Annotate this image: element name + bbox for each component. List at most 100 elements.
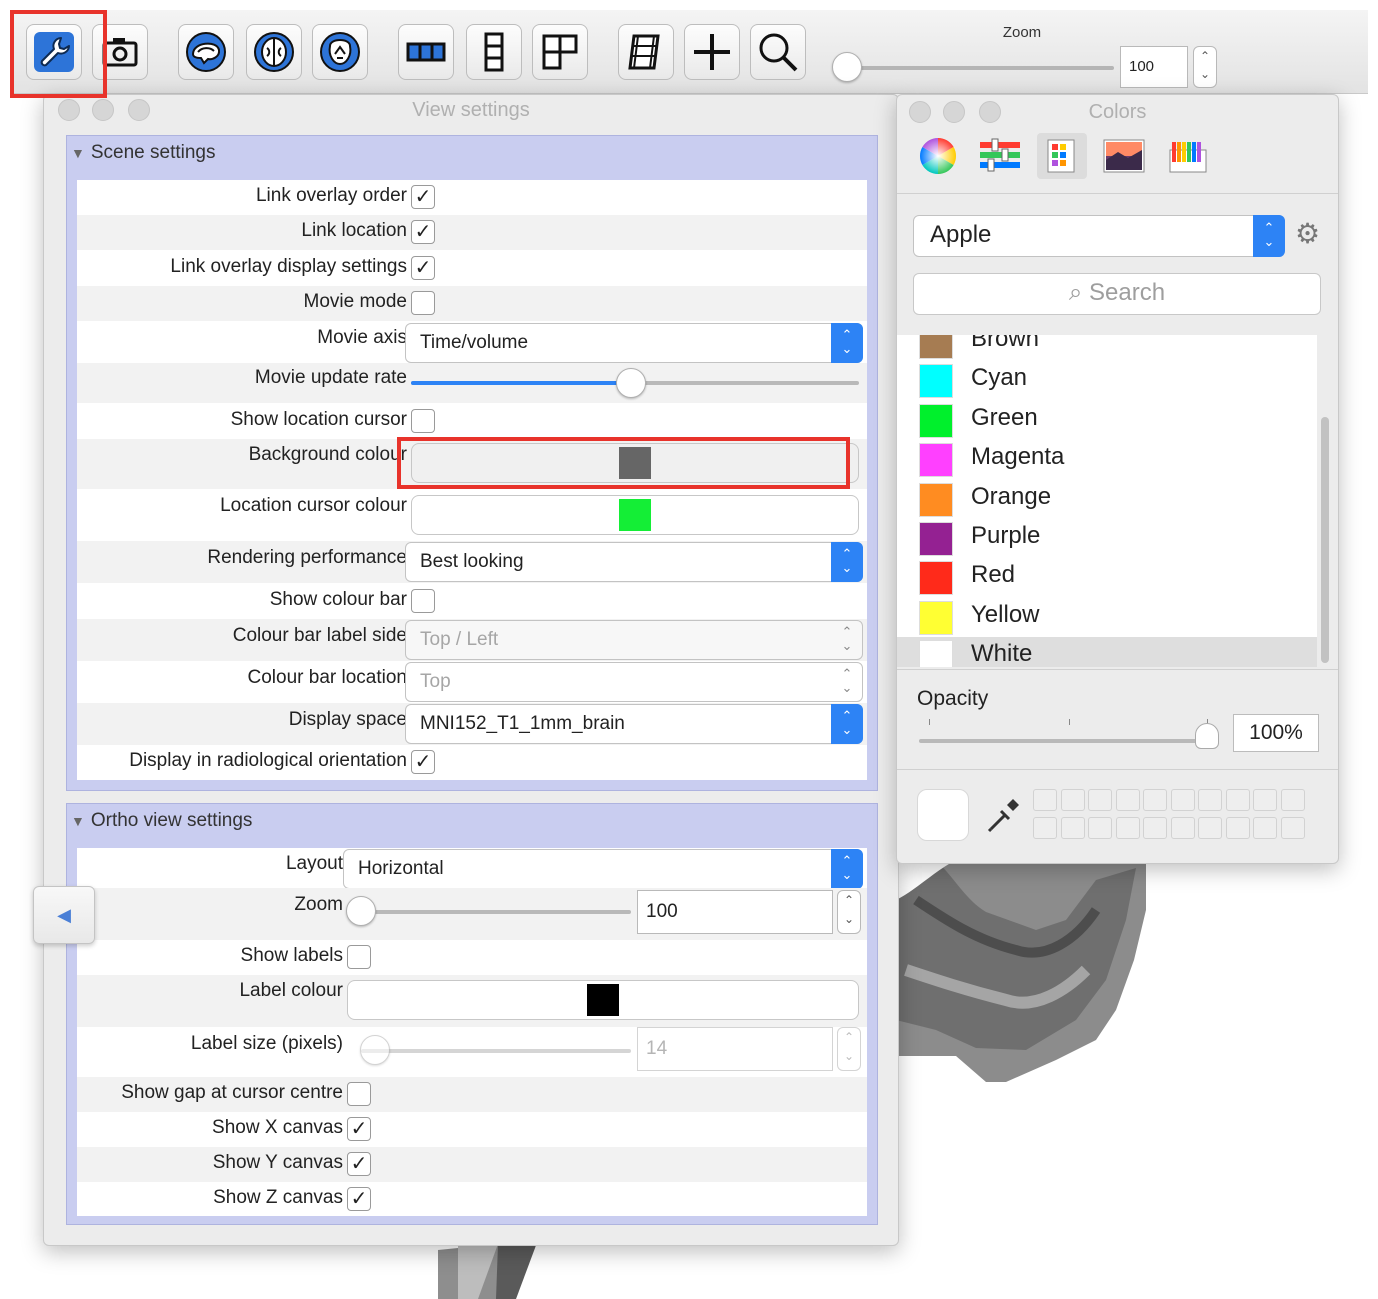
link-overlay-display-label: Link overlay display settings	[170, 256, 407, 277]
custom-color-slot[interactable]	[1033, 817, 1057, 839]
image-palettes-tab[interactable]	[1099, 133, 1149, 179]
toggle-cursor-button[interactable]	[684, 24, 740, 80]
link-location-checkbox[interactable]: ✓	[411, 220, 435, 244]
custom-color-slot[interactable]	[1088, 789, 1112, 811]
color-sliders-tab[interactable]	[975, 133, 1025, 179]
custom-color-slot[interactable]	[1198, 817, 1222, 839]
color-list-item[interactable]: Purple	[897, 519, 1317, 559]
crosshair-icon	[694, 34, 730, 70]
layout-grid-button[interactable]	[532, 24, 588, 80]
label-size-stepper[interactable]: ⌃ ⌄	[837, 1027, 861, 1071]
display-space-select[interactable]: MNI152_T1_1mm_brain ⌃ ⌄	[405, 704, 863, 744]
label-size-track[interactable]	[361, 1049, 631, 1053]
color-list-item[interactable]: Magenta	[897, 440, 1317, 480]
show-labels-checkbox[interactable]	[347, 945, 371, 969]
3d-view-button[interactable]	[312, 24, 368, 80]
movie-update-rate-knob[interactable]	[615, 368, 646, 398]
color-list-item[interactable]: Cyan	[897, 361, 1317, 401]
zoom-setting-stepper[interactable]: ⌃ ⌄	[837, 890, 861, 934]
color-swatch	[919, 403, 953, 438]
link-overlay-order-checkbox[interactable]: ✓	[411, 185, 435, 209]
zoom-slider-track[interactable]	[840, 66, 1114, 70]
reset-zoom-button[interactable]	[750, 24, 806, 80]
disclosure-triangle-icon[interactable]: ▼	[71, 813, 85, 829]
radiological-checkbox[interactable]: ✓	[411, 750, 435, 774]
chevron-updown-icon: ⌃ ⌄	[841, 624, 853, 653]
palette-select[interactable]: Apple ⌃ ⌄	[913, 215, 1285, 257]
color-search-input[interactable]: ⌕ Search	[913, 273, 1321, 315]
show-gap-checkbox[interactable]	[347, 1082, 371, 1106]
link-overlay-display-checkbox[interactable]: ✓	[411, 256, 435, 280]
colour-bar-label-side-select[interactable]: Top / Left ⌃ ⌄	[405, 620, 863, 660]
zoom-control: Zoom 100 ⌃ ⌄	[832, 10, 1222, 94]
eyedropper-icon[interactable]	[983, 795, 1023, 835]
color-name: Green	[971, 403, 1038, 431]
custom-color-slot[interactable]	[1225, 789, 1250, 811]
custom-color-slot[interactable]	[1170, 817, 1195, 839]
custom-color-slot[interactable]	[1115, 817, 1140, 839]
custom-color-slot[interactable]	[1033, 789, 1057, 811]
opacity-value-field[interactable]: 100%	[1233, 714, 1319, 752]
layout-select[interactable]: Horizontal ⌃ ⌄	[343, 849, 863, 889]
color-wheel-tab[interactable]	[913, 133, 963, 179]
custom-color-slot[interactable]	[1198, 789, 1222, 811]
label-size-field[interactable]: 14	[637, 1027, 833, 1071]
color-swatch	[919, 561, 953, 596]
opacity-slider-knob[interactable]	[1195, 723, 1219, 749]
custom-color-slot[interactable]	[1143, 789, 1167, 811]
movie-mode-checkbox[interactable]	[411, 291, 435, 315]
custom-color-slot[interactable]	[1060, 817, 1085, 839]
custom-color-slot[interactable]	[1115, 789, 1140, 811]
custom-color-slot[interactable]	[1170, 789, 1195, 811]
zoom-setting-track[interactable]	[361, 910, 631, 914]
zoom-value-field[interactable]: 100	[1120, 46, 1188, 88]
custom-color-slot[interactable]	[1280, 789, 1305, 811]
layout-horizontal-button[interactable]	[398, 24, 454, 80]
gear-icon[interactable]: ⚙	[1295, 219, 1320, 249]
color-palettes-tab[interactable]	[1037, 133, 1087, 179]
colour-bar-location-select[interactable]: Top ⌃ ⌄	[405, 662, 863, 702]
color-list-item[interactable]: Yellow	[897, 598, 1317, 638]
label-size-knob[interactable]	[359, 1035, 390, 1065]
lightbox-view-button[interactable]	[246, 24, 302, 80]
show-location-cursor-checkbox[interactable]	[411, 409, 435, 433]
zoom-stepper[interactable]: ⌃ ⌄	[1193, 46, 1217, 88]
color-list-item[interactable]: White	[897, 637, 1317, 667]
location-cursor-colour-button[interactable]	[411, 495, 859, 535]
movie-axis-select[interactable]: Time/volume ⌃ ⌄	[405, 323, 863, 363]
movie-mode-button[interactable]	[618, 24, 674, 80]
color-list-item[interactable]: Orange	[897, 480, 1317, 520]
zoom-setting-knob[interactable]	[346, 896, 376, 926]
current-color-swatch[interactable]	[917, 789, 969, 841]
zoom-slider-knob[interactable]	[832, 52, 862, 82]
custom-color-slot[interactable]	[1143, 817, 1167, 839]
opacity-slider-track[interactable]	[919, 739, 1209, 743]
custom-color-slot[interactable]	[1253, 789, 1277, 811]
show-z-checkbox[interactable]: ✓	[347, 1187, 371, 1211]
layout-vertical-button[interactable]	[466, 24, 522, 80]
ortho-settings-panel: ▼ Ortho view settings Layout Horizontal ⌃ ⌄…	[66, 803, 878, 1225]
label-colour-button[interactable]	[347, 980, 859, 1020]
custom-color-slot[interactable]	[1253, 817, 1277, 839]
rendering-performance-select[interactable]: Best looking ⌃ ⌄	[405, 542, 863, 582]
show-colour-bar-checkbox[interactable]	[411, 589, 435, 613]
color-list-item[interactable]: Green	[897, 401, 1317, 441]
custom-color-slot[interactable]	[1088, 817, 1112, 839]
disclosure-triangle-icon[interactable]: ▼	[71, 145, 85, 161]
custom-color-slot[interactable]	[1225, 817, 1250, 839]
brain-image-fragment	[896, 860, 1146, 1082]
ortho-settings-header[interactable]: ▼ Ortho view settings	[71, 810, 252, 832]
scene-settings-header[interactable]: ▼ Scene settings	[71, 142, 216, 164]
color-list-scrollbar[interactable]	[1321, 417, 1329, 663]
zoom-setting-field[interactable]: 100	[637, 890, 833, 934]
color-list-item[interactable]: Brown	[897, 335, 1317, 362]
custom-color-slot[interactable]	[1060, 789, 1085, 811]
ortho-view-button[interactable]	[178, 24, 234, 80]
show-y-checkbox[interactable]: ✓	[347, 1152, 371, 1176]
color-list-item[interactable]: Red	[897, 558, 1317, 598]
show-x-checkbox[interactable]: ✓	[347, 1117, 371, 1141]
movie-axis-value: Time/volume	[420, 332, 529, 353]
custom-color-slot[interactable]	[1280, 817, 1305, 839]
collapse-panel-button[interactable]: ◀	[33, 886, 95, 944]
crayons-tab[interactable]	[1163, 133, 1213, 179]
